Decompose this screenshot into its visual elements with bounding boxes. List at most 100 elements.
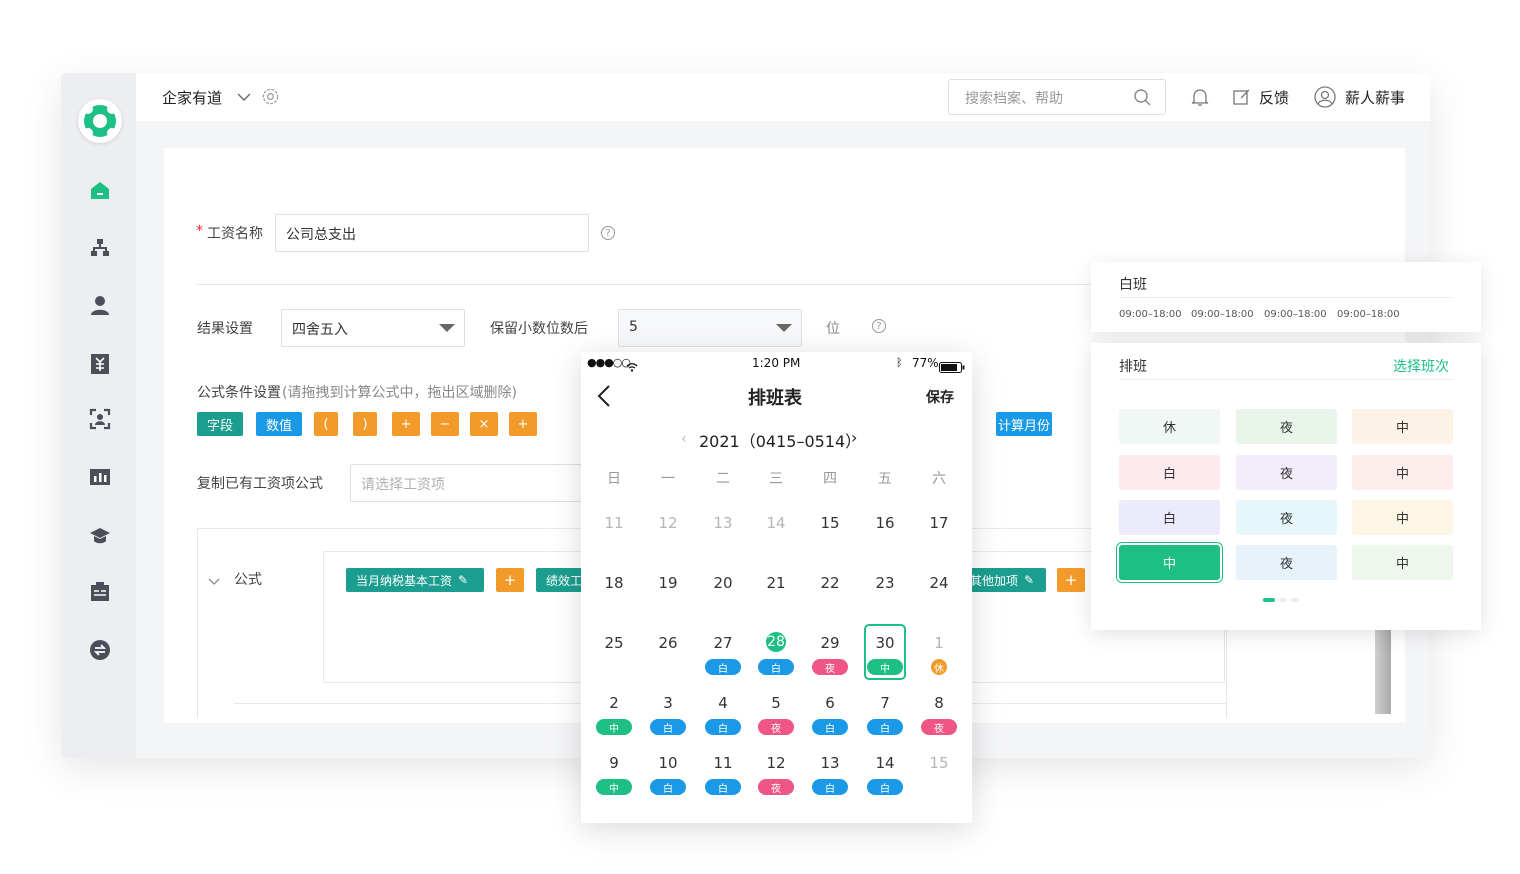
page-indicator — [1279, 598, 1287, 602]
shift-option[interactable]: 夜 — [1236, 409, 1337, 444]
user-name[interactable]: 薪人薪事 — [1345, 87, 1405, 108]
calendar-day[interactable]: 12 — [648, 514, 688, 532]
shift-option[interactable]: 中 — [1352, 500, 1453, 535]
formula-tag[interactable]: + — [509, 412, 537, 436]
calendar-day[interactable]: 23 — [865, 574, 905, 592]
calendar-day[interactable]: 18 — [594, 574, 634, 592]
org-chart-icon[interactable] — [89, 237, 111, 259]
formula-chip-plus[interactable]: + — [496, 568, 524, 592]
salary-name-field[interactable]: 公司总支出 — [275, 214, 589, 252]
calendar-day[interactable]: 21 — [756, 574, 796, 592]
user-avatar-icon[interactable] — [1314, 86, 1336, 112]
bluetooth-icon: ᛒ — [896, 356, 903, 369]
calendar-day[interactable]: 11 — [703, 754, 743, 772]
help-icon[interactable]: ? — [601, 226, 615, 240]
rounding-select[interactable]: 四舍五入 — [281, 309, 465, 347]
calendar-day[interactable]: 14 — [865, 754, 905, 772]
calendar-day[interactable]: 15 — [919, 754, 959, 772]
search-input[interactable]: 搜索档案、帮助 — [948, 79, 1166, 115]
formula-tag[interactable]: + — [392, 412, 420, 436]
salary-icon[interactable] — [89, 353, 111, 375]
calendar-day[interactable]: 3 — [648, 694, 688, 712]
calendar-day[interactable]: 20 — [703, 574, 743, 592]
calendar-day[interactable]: 22 — [810, 574, 850, 592]
calendar-day[interactable]: 4 — [703, 694, 743, 712]
formula-chip-other-additions[interactable]: 其他加项 ✎ — [966, 568, 1046, 592]
shift-option[interactable]: 休 — [1119, 409, 1220, 444]
calendar-day[interactable]: 13 — [703, 514, 743, 532]
tag-calc-month[interactable]: 计算月份 — [996, 412, 1052, 436]
calendar-day[interactable]: 10 — [648, 754, 688, 772]
help-icon[interactable]: ? — [872, 319, 886, 333]
calendar-day[interactable]: 14 — [756, 514, 796, 532]
calendar-day[interactable]: 12 — [756, 754, 796, 772]
calendar-day[interactable]: 13 — [810, 754, 850, 772]
formula-chip-base-salary[interactable]: 当月纳税基本工资 ✎ — [346, 568, 484, 592]
calendar-day-today[interactable]: 28 — [766, 632, 786, 652]
training-cap-icon[interactable] — [89, 525, 111, 547]
formula-tag[interactable]: − — [431, 412, 459, 436]
save-button[interactable]: 保存 — [926, 387, 954, 407]
select-shift-link[interactable]: 选择班次 — [1393, 356, 1449, 376]
prev-period-icon[interactable]: ‹ — [681, 431, 687, 447]
calendar-day[interactable]: 2 — [594, 694, 634, 712]
shift-option[interactable]: 中 — [1352, 545, 1453, 580]
shift-option[interactable]: 夜 — [1236, 545, 1337, 580]
back-arrow-icon[interactable] — [597, 384, 611, 412]
formula-label: 公式 — [234, 572, 262, 588]
calendar-day[interactable]: 29 — [810, 634, 850, 652]
calendar-day[interactable]: 1 — [919, 634, 959, 652]
calendar-day[interactable]: 26 — [648, 634, 688, 652]
calendar-day[interactable]: 25 — [594, 634, 634, 652]
formula-tag[interactable]: 字段 — [197, 412, 243, 436]
calendar-day[interactable]: 11 — [594, 514, 634, 532]
shift-option-selected[interactable]: 中 — [1119, 545, 1220, 580]
shift-option[interactable]: 夜 — [1236, 455, 1337, 490]
calendar-day[interactable]: 16 — [865, 514, 905, 532]
calendar-day[interactable]: 9 — [594, 754, 634, 772]
formula-tag[interactable]: 数值 — [256, 412, 302, 436]
shift-option[interactable]: 中 — [1352, 409, 1453, 444]
shift-badge: 夜 — [758, 719, 794, 735]
copy-formula-select[interactable]: 请选择工资项 — [350, 464, 590, 502]
calendar-day[interactable]: 19 — [648, 574, 688, 592]
face-scan-icon[interactable] — [89, 408, 111, 430]
pencil-icon[interactable]: ✎ — [1024, 573, 1034, 587]
report-chart-icon[interactable] — [89, 466, 111, 488]
calendar-day[interactable]: 6 — [810, 694, 850, 712]
shift-option[interactable]: 白 — [1119, 455, 1220, 490]
company-name[interactable]: 企家有道 — [162, 87, 222, 108]
feedback-link[interactable]: 反馈 — [1259, 87, 1289, 108]
decimals-select[interactable]: 5 — [618, 309, 802, 347]
formula-tag[interactable]: × — [470, 412, 498, 436]
document-icon[interactable] — [89, 581, 111, 603]
divider — [1119, 297, 1453, 298]
chevron-down-icon[interactable] — [208, 573, 220, 592]
formula-tag[interactable]: ) — [353, 412, 377, 436]
user-icon[interactable] — [89, 294, 111, 316]
next-period-icon[interactable]: › — [851, 428, 857, 447]
exchange-icon[interactable] — [89, 639, 111, 661]
calendar-day[interactable]: 7 — [865, 694, 905, 712]
calendar-day[interactable]: 24 — [919, 574, 959, 592]
calendar-day[interactable]: 8 — [919, 694, 959, 712]
home-icon[interactable] — [89, 179, 111, 201]
shift-option[interactable]: 白 — [1119, 500, 1220, 535]
calendar-day[interactable]: 15 — [810, 514, 850, 532]
formula-tag[interactable]: ( — [314, 412, 338, 436]
bell-icon[interactable] — [1191, 87, 1209, 111]
chevron-down-icon[interactable] — [237, 89, 251, 108]
shift-option[interactable]: 夜 — [1236, 500, 1337, 535]
calendar-day[interactable]: 17 — [919, 514, 959, 532]
shift-option[interactable]: 中 — [1352, 455, 1453, 490]
formula-chip-plus[interactable]: + — [1057, 568, 1085, 592]
edit-feedback-icon[interactable] — [1233, 88, 1251, 110]
weekday-label: 六 — [932, 471, 946, 487]
calendar-day[interactable]: 5 — [756, 694, 796, 712]
gear-icon[interactable] — [261, 87, 280, 110]
app-logo[interactable] — [78, 99, 122, 143]
calendar-day[interactable]: 30 — [865, 634, 905, 652]
pencil-icon[interactable]: ✎ — [458, 573, 468, 587]
scrollbar-thumb[interactable] — [1375, 628, 1391, 714]
calendar-day[interactable]: 27 — [703, 634, 743, 652]
